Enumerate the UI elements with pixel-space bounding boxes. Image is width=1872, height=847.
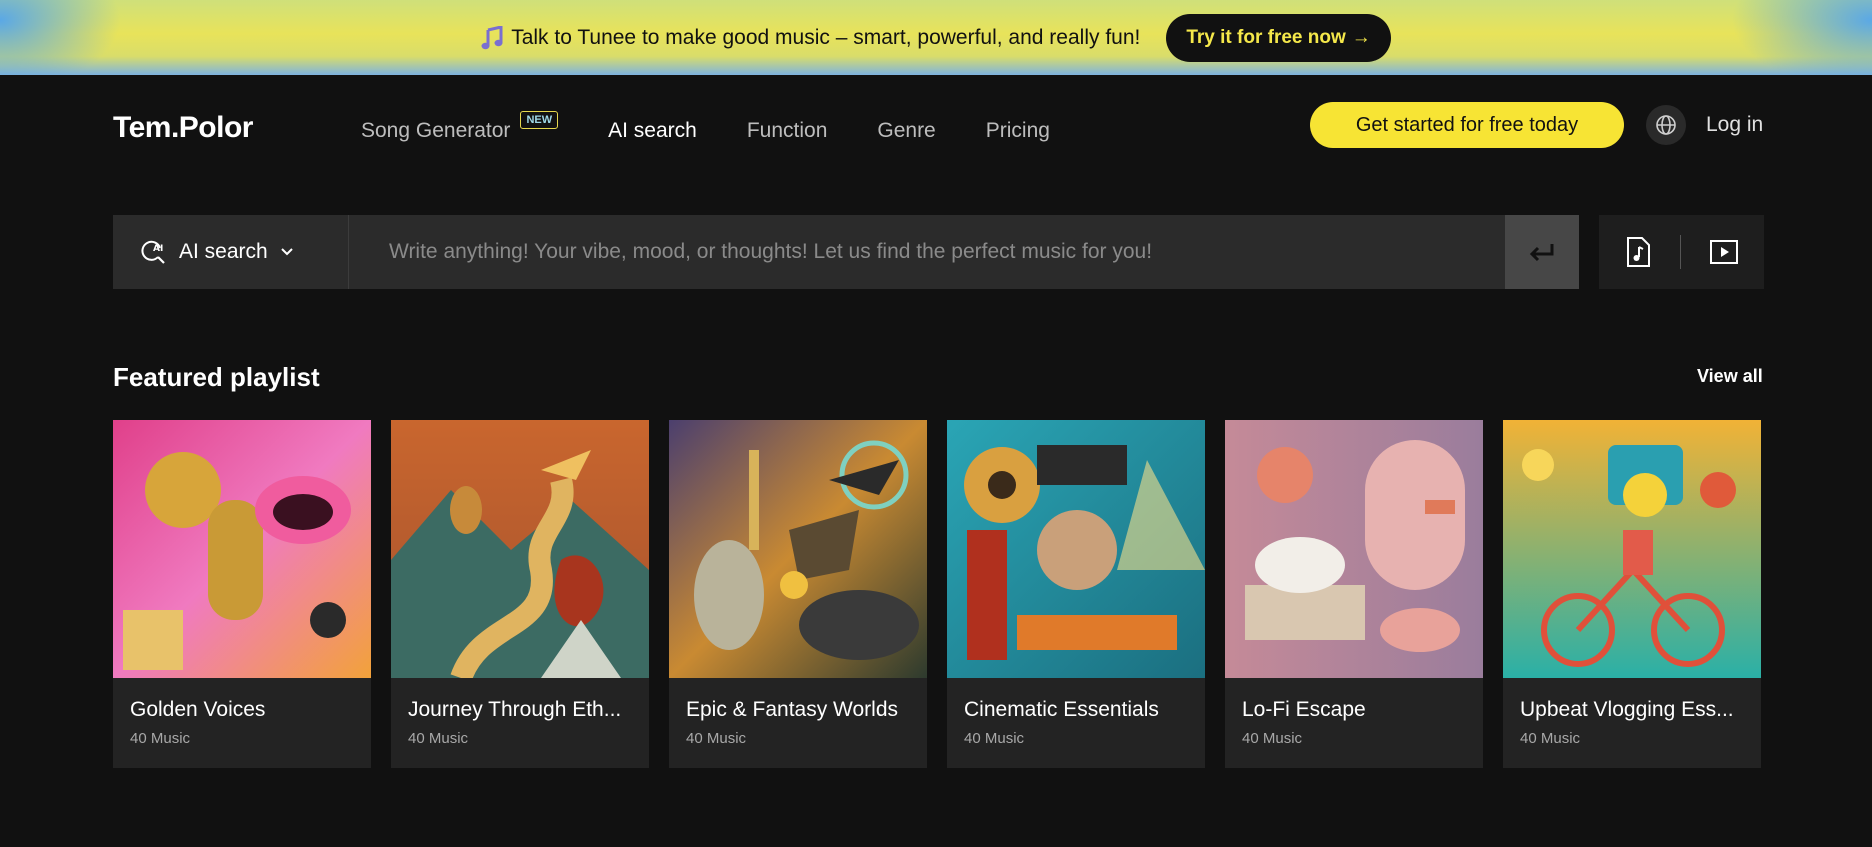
site-header: Tem.Polor Song Generator NEW AI search Fu…	[113, 75, 1764, 175]
playlist-count: 40 Music	[408, 730, 469, 747]
nav-song-generator[interactable]: Song Generator NEW	[361, 111, 559, 143]
playlist-title: Upbeat Vlogging Ess...	[1520, 698, 1734, 721]
playlist-cover	[1225, 420, 1483, 678]
playlist-cover	[391, 420, 649, 678]
nav-label: AI search	[608, 119, 697, 142]
globe-icon	[1656, 115, 1676, 135]
try-free-button[interactable]: Try it for free now →	[1166, 13, 1391, 62]
playlist-count: 40 Music	[1242, 730, 1303, 747]
playlist-card[interactable]: Upbeat Vlogging Ess... 40 Music	[1503, 420, 1761, 768]
media-search-tools	[1599, 215, 1764, 289]
search-mode-dropdown[interactable]: AI AI search	[113, 215, 349, 289]
search-mode-label: AI search	[179, 240, 268, 263]
playlist-title: Golden Voices	[130, 698, 266, 721]
arrow-right-icon: →	[1351, 26, 1371, 48]
try-free-label: Try it for free now	[1186, 26, 1346, 48]
nav-ai-search[interactable]: AI search	[608, 115, 697, 143]
enter-icon	[1529, 244, 1554, 262]
promo-text: Talk to Tunee to make good music – smart…	[481, 25, 1141, 50]
nav-label: Function	[746, 119, 828, 142]
playlist-title: Lo-Fi Escape	[1242, 698, 1366, 721]
playlist-card[interactable]: Cinematic Essentials 40 Music	[947, 420, 1205, 768]
nav-label: Pricing	[985, 119, 1050, 142]
playlist-cover	[947, 420, 1205, 678]
playlist-card[interactable]: Lo-Fi Escape 40 Music	[1225, 420, 1483, 768]
site-logo[interactable]: Tem.Polor	[113, 111, 253, 145]
chevron-down-icon	[281, 248, 293, 256]
audio-file-icon[interactable]	[1624, 236, 1652, 268]
login-link[interactable]: Log in	[1706, 113, 1763, 137]
nav-pricing[interactable]: Pricing	[986, 115, 1050, 143]
new-badge: NEW	[520, 111, 559, 129]
search-input[interactable]	[349, 215, 1505, 289]
nav-genre[interactable]: Genre	[877, 115, 935, 143]
playlist-card[interactable]: Epic & Fantasy Worlds 40 Music	[669, 420, 927, 768]
nav-function[interactable]: Function	[747, 115, 828, 143]
playlist-title: Journey Through Eth...	[408, 698, 622, 721]
playlist-card[interactable]: Golden Voices 40 Music	[113, 420, 371, 768]
svg-text:AI: AI	[153, 244, 163, 254]
playlist-count: 40 Music	[1520, 730, 1581, 747]
playlist-cover	[113, 420, 371, 678]
playlist-title: Cinematic Essentials	[964, 698, 1159, 721]
video-icon[interactable]	[1709, 239, 1739, 265]
get-started-button[interactable]: Get started for free today	[1310, 102, 1624, 148]
featured-title: Featured playlist	[113, 362, 320, 392]
divider	[1680, 235, 1681, 269]
nav-label: Genre	[877, 119, 936, 142]
promo-banner: Talk to Tunee to make good music – smart…	[0, 0, 1872, 75]
playlist-cover	[1503, 420, 1761, 678]
ai-search-icon: AI	[141, 240, 165, 264]
language-button[interactable]	[1646, 105, 1686, 145]
playlist-count: 40 Music	[964, 730, 1025, 747]
playlist-cards: Golden Voices 40 Music Journey Through E…	[113, 420, 1761, 768]
playlist-cover	[669, 420, 927, 678]
playlist-card[interactable]: Journey Through Eth... 40 Music	[391, 420, 649, 768]
music-note-icon	[481, 25, 503, 49]
promo-message: Talk to Tunee to make good music – smart…	[511, 25, 1141, 49]
search-bar: AI AI search	[113, 215, 1579, 289]
nav-label: Song Generator	[361, 119, 511, 142]
view-all-link[interactable]: View all	[1697, 366, 1763, 387]
playlist-count: 40 Music	[130, 730, 191, 747]
playlist-title: Epic & Fantasy Worlds	[686, 698, 899, 721]
main-nav: Song Generator NEW AI search Function Gen…	[361, 111, 1100, 143]
search-submit-button[interactable]	[1505, 215, 1579, 289]
playlist-count: 40 Music	[686, 730, 747, 747]
